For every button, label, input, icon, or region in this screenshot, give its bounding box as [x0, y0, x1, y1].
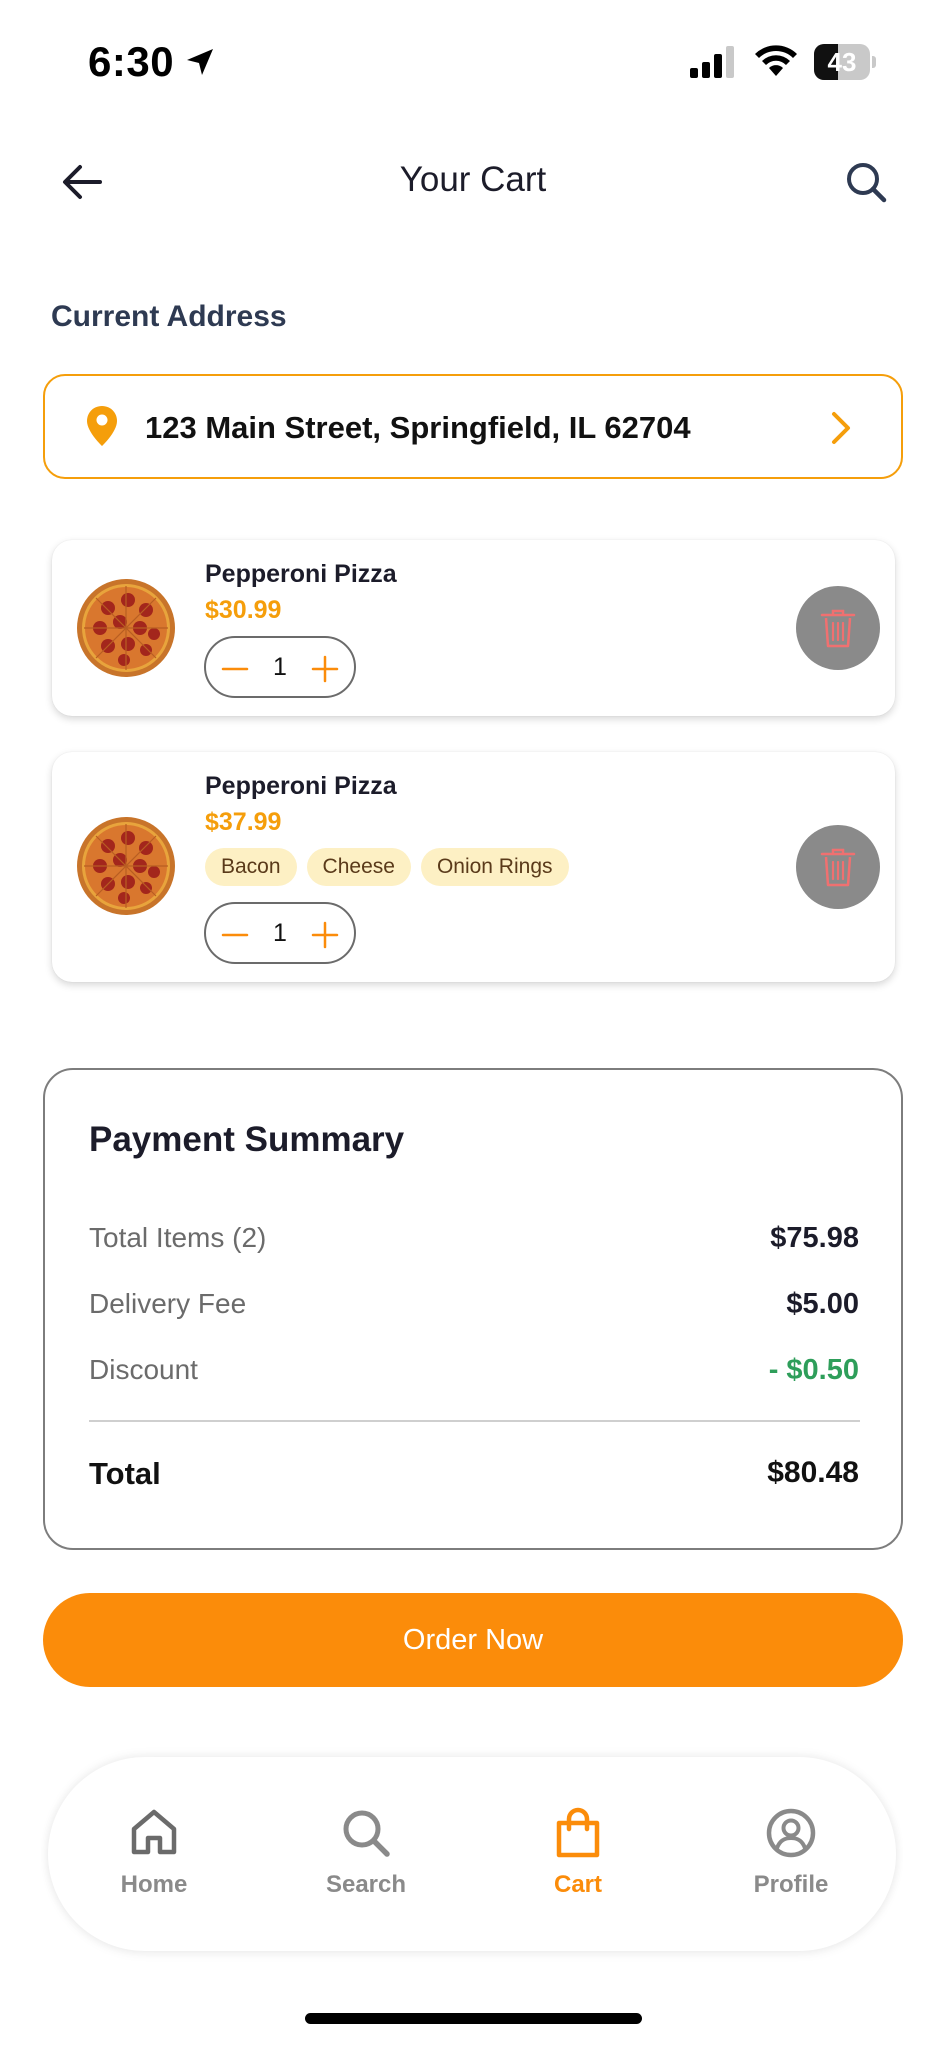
battery-level: 43 [827, 47, 857, 77]
nav-label-home: Home [120, 1871, 188, 1898]
nav-item-home[interactable]: Home [74, 1807, 234, 1899]
home-indicator [305, 2013, 642, 2024]
location-pin-icon [87, 406, 117, 446]
total-items-label: Total Items (2) [89, 1222, 267, 1253]
order-now-button[interactable]: Order Now [43, 1593, 903, 1687]
summary-divider [89, 1420, 860, 1422]
payment-summary-card: Payment Summary Total Items (2) $75.98 D… [43, 1068, 903, 1550]
nav-label-cart: Cart [553, 1871, 602, 1898]
item-price: $37.99 [205, 808, 282, 836]
location-arrow-icon [187, 49, 213, 75]
total-items-value: $75.98 [770, 1222, 859, 1254]
nav-item-cart[interactable]: Cart [498, 1807, 658, 1899]
pepperoni-pizza-image [77, 817, 175, 915]
search-icon [847, 163, 887, 203]
battery-icon: 43 [814, 44, 876, 80]
chevron-right-icon [832, 412, 850, 444]
user-circle-icon [766, 1808, 816, 1858]
addon-tag: Cheese [306, 848, 411, 886]
address-selector[interactable]: 123 Main Street, Springfield, IL 62704 [43, 374, 903, 479]
search-icon [343, 1810, 390, 1857]
address-text: 123 Main Street, Springfield, IL 62704 [145, 410, 691, 445]
addon-tag: Onion Rings [420, 848, 569, 886]
plus-icon[interactable] [310, 654, 340, 684]
shopping-bag-icon [556, 1807, 600, 1858]
quantity-stepper: 1 [204, 636, 356, 698]
delete-item-button[interactable] [796, 825, 880, 909]
current-address-label: Current Address [51, 300, 287, 333]
trash-icon [820, 609, 856, 648]
cart-item: Pepperoni Pizza $30.99 1 [52, 540, 895, 716]
total-label: Total [89, 1456, 161, 1491]
wifi-icon [755, 45, 797, 76]
nav-label-profile: Profile [753, 1871, 829, 1898]
payment-summary-title: Payment Summary [89, 1120, 405, 1159]
trash-icon [820, 848, 856, 887]
delivery-fee-value: $5.00 [786, 1288, 859, 1320]
item-name: Pepperoni Pizza [205, 772, 397, 800]
item-price: $30.99 [205, 596, 282, 624]
item-name: Pepperoni Pizza [205, 560, 397, 588]
delivery-fee-label: Delivery Fee [89, 1288, 247, 1319]
nav-item-search[interactable]: Search [286, 1807, 446, 1899]
quantity-stepper: 1 [204, 902, 356, 964]
discount-label: Discount [89, 1354, 198, 1385]
cart-item: Pepperoni Pizza $37.99 Bacon Cheese Onio… [52, 752, 895, 982]
bottom-navigation: Home Search Cart Profile [48, 1757, 896, 1951]
cellular-signal-icon [690, 46, 734, 78]
discount-value: - $0.50 [768, 1354, 859, 1386]
delete-item-button[interactable] [796, 586, 880, 670]
addon-tags: Bacon Cheese Onion Rings [205, 848, 569, 886]
nav-item-profile[interactable]: Profile [711, 1807, 871, 1899]
pepperoni-pizza-image [77, 579, 175, 677]
plus-icon[interactable] [310, 920, 340, 950]
nav-label-search: Search [325, 1871, 407, 1898]
search-button[interactable] [836, 152, 896, 212]
home-icon [131, 1809, 177, 1855]
addon-tag: Bacon [205, 848, 297, 886]
total-value: $80.48 [767, 1456, 859, 1489]
status-bar: 6:30 43 [0, 0, 946, 120]
status-time: 6:30 [88, 38, 175, 85]
page-title: Your Cart [399, 160, 547, 199]
